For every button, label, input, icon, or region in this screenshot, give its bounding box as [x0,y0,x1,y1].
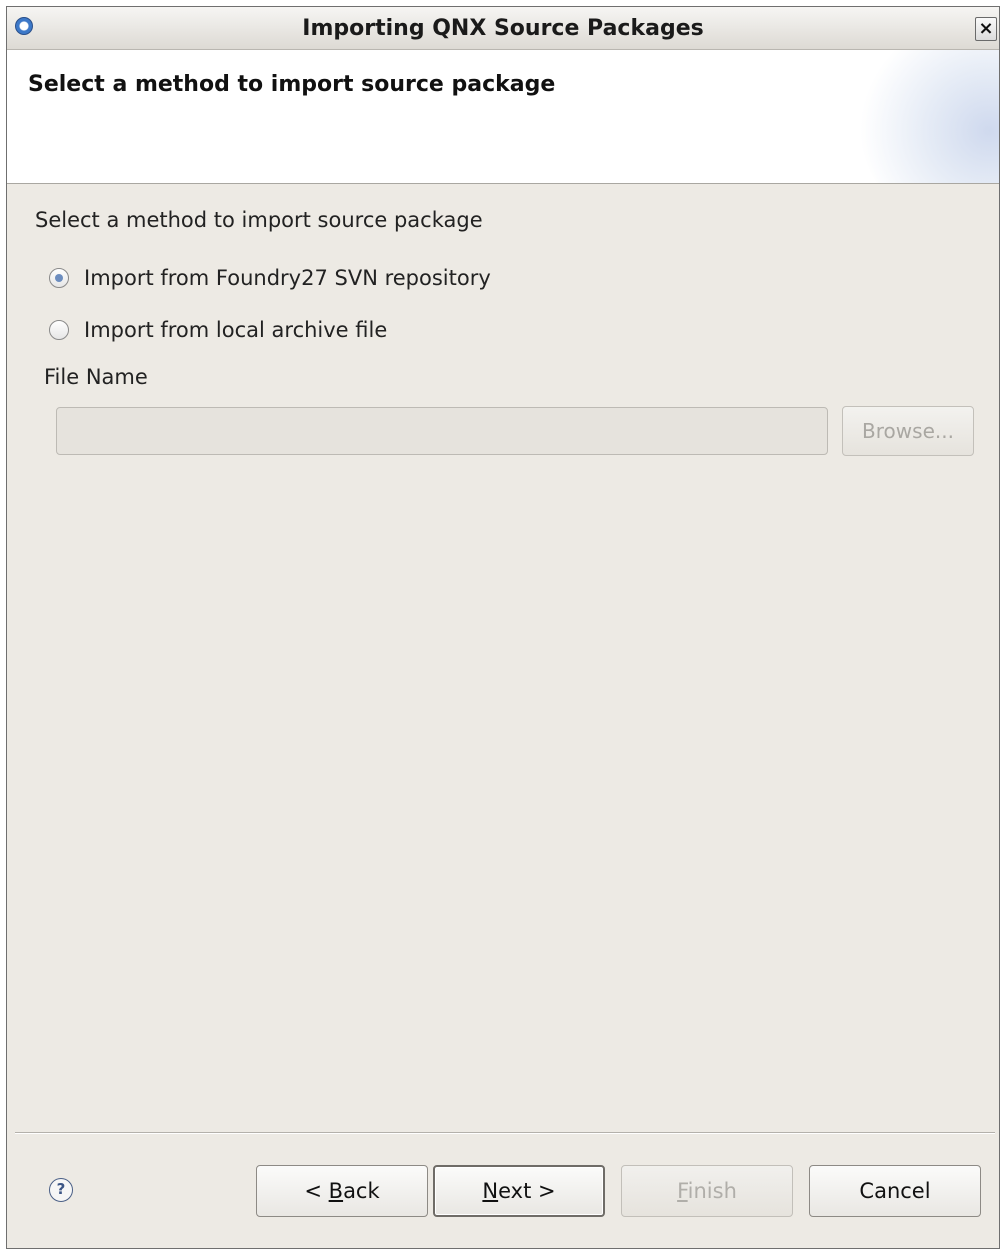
window-title: Importing QNX Source Packages [302,16,704,41]
radio-svn-repository[interactable] [49,268,69,288]
wizard-banner: Select a method to import source package [7,50,999,184]
back-button[interactable]: < Back [256,1165,428,1217]
banner-title: Select a method to import source package [28,72,556,97]
file-name-label: File Name [44,365,148,389]
finish-label-suffix: inish [687,1179,737,1203]
finish-button[interactable]: Finish [621,1165,793,1217]
radio-local-archive[interactable] [49,320,69,340]
footer-separator [15,1132,995,1134]
option-label: Import from local archive file [84,318,388,342]
page-description: Select a method to import source package [35,208,483,232]
option-local-archive[interactable]: Import from local archive file [49,315,387,345]
import-dialog: Importing QNX Source Packages × Select a… [6,6,1000,1249]
back-label-suffix: ack [343,1179,380,1203]
close-button[interactable]: × [975,17,997,41]
browse-button[interactable]: Browse... [842,406,974,456]
next-label-suffix: ext > [498,1179,556,1203]
back-label-prefix: < [304,1179,329,1203]
title-bar[interactable]: Importing QNX Source Packages × [7,7,999,50]
file-name-input[interactable] [56,407,828,455]
back-mnemonic: B [328,1179,344,1203]
banner-decoration [859,50,999,183]
help-icon[interactable]: ? [49,1178,73,1202]
next-button[interactable]: Next > [433,1165,605,1217]
option-svn-repository[interactable]: Import from Foundry27 SVN repository [49,263,491,293]
cancel-button[interactable]: Cancel [809,1165,981,1217]
close-icon: × [978,18,994,39]
finish-mnemonic: F [677,1179,688,1203]
next-mnemonic: N [482,1179,499,1203]
option-label: Import from Foundry27 SVN repository [84,266,491,290]
